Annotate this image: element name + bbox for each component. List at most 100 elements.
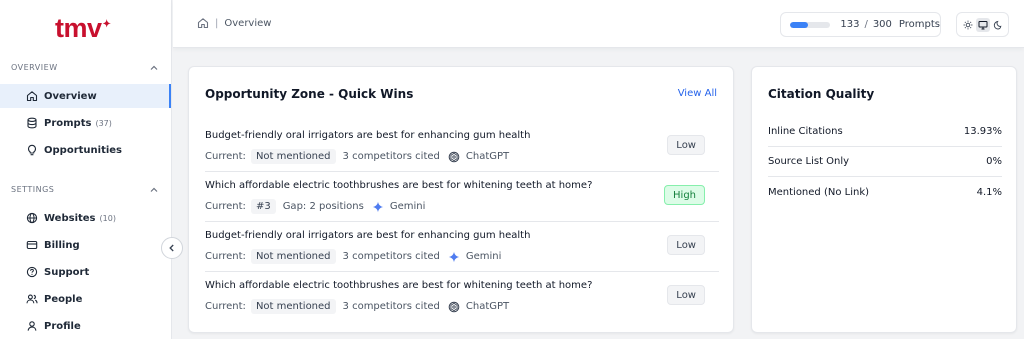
sidebar-item-label: Prompts [44, 117, 92, 129]
model-name: ChatGPT [465, 151, 510, 162]
gemini-icon [372, 201, 384, 213]
sidebar-item-label: Support [44, 266, 90, 278]
prompts-label: Prompts [898, 19, 940, 30]
current-status: Not mentioned [250, 149, 336, 164]
sun-icon [963, 20, 972, 29]
top-bar: | Overview 133 / 300 Prompts [173, 0, 1024, 48]
websites-count: (10) [99, 213, 116, 223]
sidebar-item-label: Profile [44, 320, 81, 332]
section-settings-label: SETTINGS [11, 185, 55, 194]
sidebar-item-websites[interactable]: Websites (10) [0, 206, 171, 230]
chevron-left-icon [169, 244, 174, 252]
moon-icon [993, 20, 1001, 29]
breadcrumb: | Overview [197, 17, 271, 29]
current-status: #3 [250, 199, 276, 214]
citation-row: Mentioned (No Link) 4.1% [768, 177, 1002, 207]
credit-card-icon [26, 239, 38, 251]
sidebar-item-opportunities[interactable]: Opportunities [0, 138, 171, 162]
help-circle-icon [26, 266, 38, 278]
opportunity-meta: Current: Not mentioned 3 competitors cit… [205, 299, 510, 314]
view-all-link[interactable]: View All [678, 88, 717, 99]
priority-badge: Low [667, 235, 705, 255]
sidebar-item-prompts[interactable]: Prompts (37) [0, 111, 171, 135]
opportunity-meta: Current: Not mentioned 3 competitors cit… [205, 249, 502, 264]
breadcrumb-current: Overview [224, 17, 272, 29]
opportunity-title: Opportunity Zone - Quick Wins [205, 87, 414, 101]
citation-row: Source List Only 0% [768, 147, 1002, 177]
prompts-total: 300 [872, 19, 892, 30]
lightbulb-icon [26, 144, 38, 156]
opportunity-question: Budget-friendly oral irrigators are best… [205, 130, 531, 141]
current-status: Not mentioned [250, 249, 336, 264]
openai-icon [448, 301, 460, 313]
section-overview-label: OVERVIEW [11, 63, 58, 72]
opportunity-detail: 3 competitors cited [342, 151, 440, 162]
opportunity-detail: 3 competitors cited [342, 301, 440, 312]
opportunity-question: Which affordable electric toothbrushes a… [205, 280, 593, 291]
citation-value: 13.93% [963, 126, 1002, 137]
sidebar-item-people[interactable]: People [0, 287, 171, 311]
citation-label: Inline Citations [768, 126, 843, 137]
home-icon[interactable] [197, 17, 209, 29]
prompts-used: 133 [840, 19, 860, 30]
citation-quality-card: Citation Quality Inline Citations 13.93%… [751, 66, 1017, 333]
citation-value: 4.1% [976, 186, 1002, 198]
theme-system-button[interactable] [975, 17, 990, 32]
model-name: Gemini [389, 201, 426, 212]
prompts-count: (37) [95, 118, 112, 128]
users-icon [26, 293, 38, 305]
sidebar-item-label: Opportunities [44, 144, 123, 156]
prompt-usage-fill [790, 21, 808, 28]
sidebar-item-support[interactable]: Support [0, 260, 171, 284]
theme-dark-button[interactable] [991, 18, 1005, 32]
opportunity-row[interactable]: Which affordable electric toothbrushes a… [205, 272, 719, 322]
collapse-sidebar-button[interactable] [161, 237, 183, 259]
opportunity-question: Which affordable electric toothbrushes a… [205, 180, 593, 191]
model-tag: ChatGPT [448, 301, 509, 313]
gemini-icon [448, 251, 460, 263]
chevron-up-icon[interactable] [149, 63, 159, 73]
sidebar: tmv✦ OVERVIEW Overview Prompts (37) Oppo… [0, 0, 172, 339]
sidebar-item-label: Websites [44, 212, 96, 224]
globe-icon [26, 212, 38, 224]
opportunity-row[interactable]: Budget-friendly oral irrigators are best… [205, 122, 719, 172]
home-icon [26, 90, 38, 102]
model-tag: Gemini [372, 201, 426, 213]
database-icon [26, 117, 38, 129]
sidebar-item-label: Overview [44, 90, 97, 102]
opportunity-row[interactable]: Budget-friendly oral irrigators are best… [205, 222, 719, 272]
sidebar-item-label: Billing [44, 239, 80, 251]
opportunity-meta: Current: #3 Gap: 2 positions Gemini [205, 199, 426, 214]
theme-light-button[interactable] [961, 18, 975, 32]
user-icon [26, 320, 38, 332]
priority-badge: Low [667, 285, 705, 305]
priority-badge: Low [667, 135, 705, 155]
opportunity-question: Budget-friendly oral irrigators are best… [205, 230, 531, 241]
theme-switcher [956, 12, 1009, 37]
logo[interactable]: tmv✦ [55, 13, 111, 44]
opportunity-row[interactable]: Which affordable electric toothbrushes a… [205, 172, 719, 222]
sidebar-item-profile[interactable]: Profile [0, 314, 171, 338]
opportunity-detail: Gap: 2 positions [282, 201, 364, 212]
prompt-usage-bar [790, 21, 831, 28]
monitor-icon [978, 20, 987, 29]
opportunity-detail: 3 competitors cited [342, 251, 440, 262]
citation-label: Source List Only [768, 156, 850, 167]
prompt-usage[interactable]: 133 / 300 Prompts [780, 12, 941, 37]
sidebar-item-overview[interactable]: Overview [0, 84, 171, 108]
openai-icon [448, 151, 460, 163]
model-name: ChatGPT [465, 301, 510, 312]
priority-badge: High [664, 185, 705, 205]
citation-value: 0% [986, 156, 1002, 167]
opportunity-card: Opportunity Zone - Quick Wins View All B… [188, 66, 734, 333]
sidebar-item-billing[interactable]: Billing [0, 233, 171, 257]
model-tag: Gemini [448, 251, 502, 263]
citation-row: Inline Citations 13.93% [768, 117, 1002, 147]
opportunity-meta: Current: Not mentioned 3 competitors cit… [205, 149, 510, 164]
current-status: Not mentioned [250, 299, 336, 314]
sidebar-item-label: People [44, 293, 83, 305]
model-name: Gemini [465, 251, 502, 262]
citation-label: Mentioned (No Link) [768, 186, 870, 198]
chevron-up-icon[interactable] [149, 185, 159, 195]
model-tag: ChatGPT [448, 151, 509, 163]
